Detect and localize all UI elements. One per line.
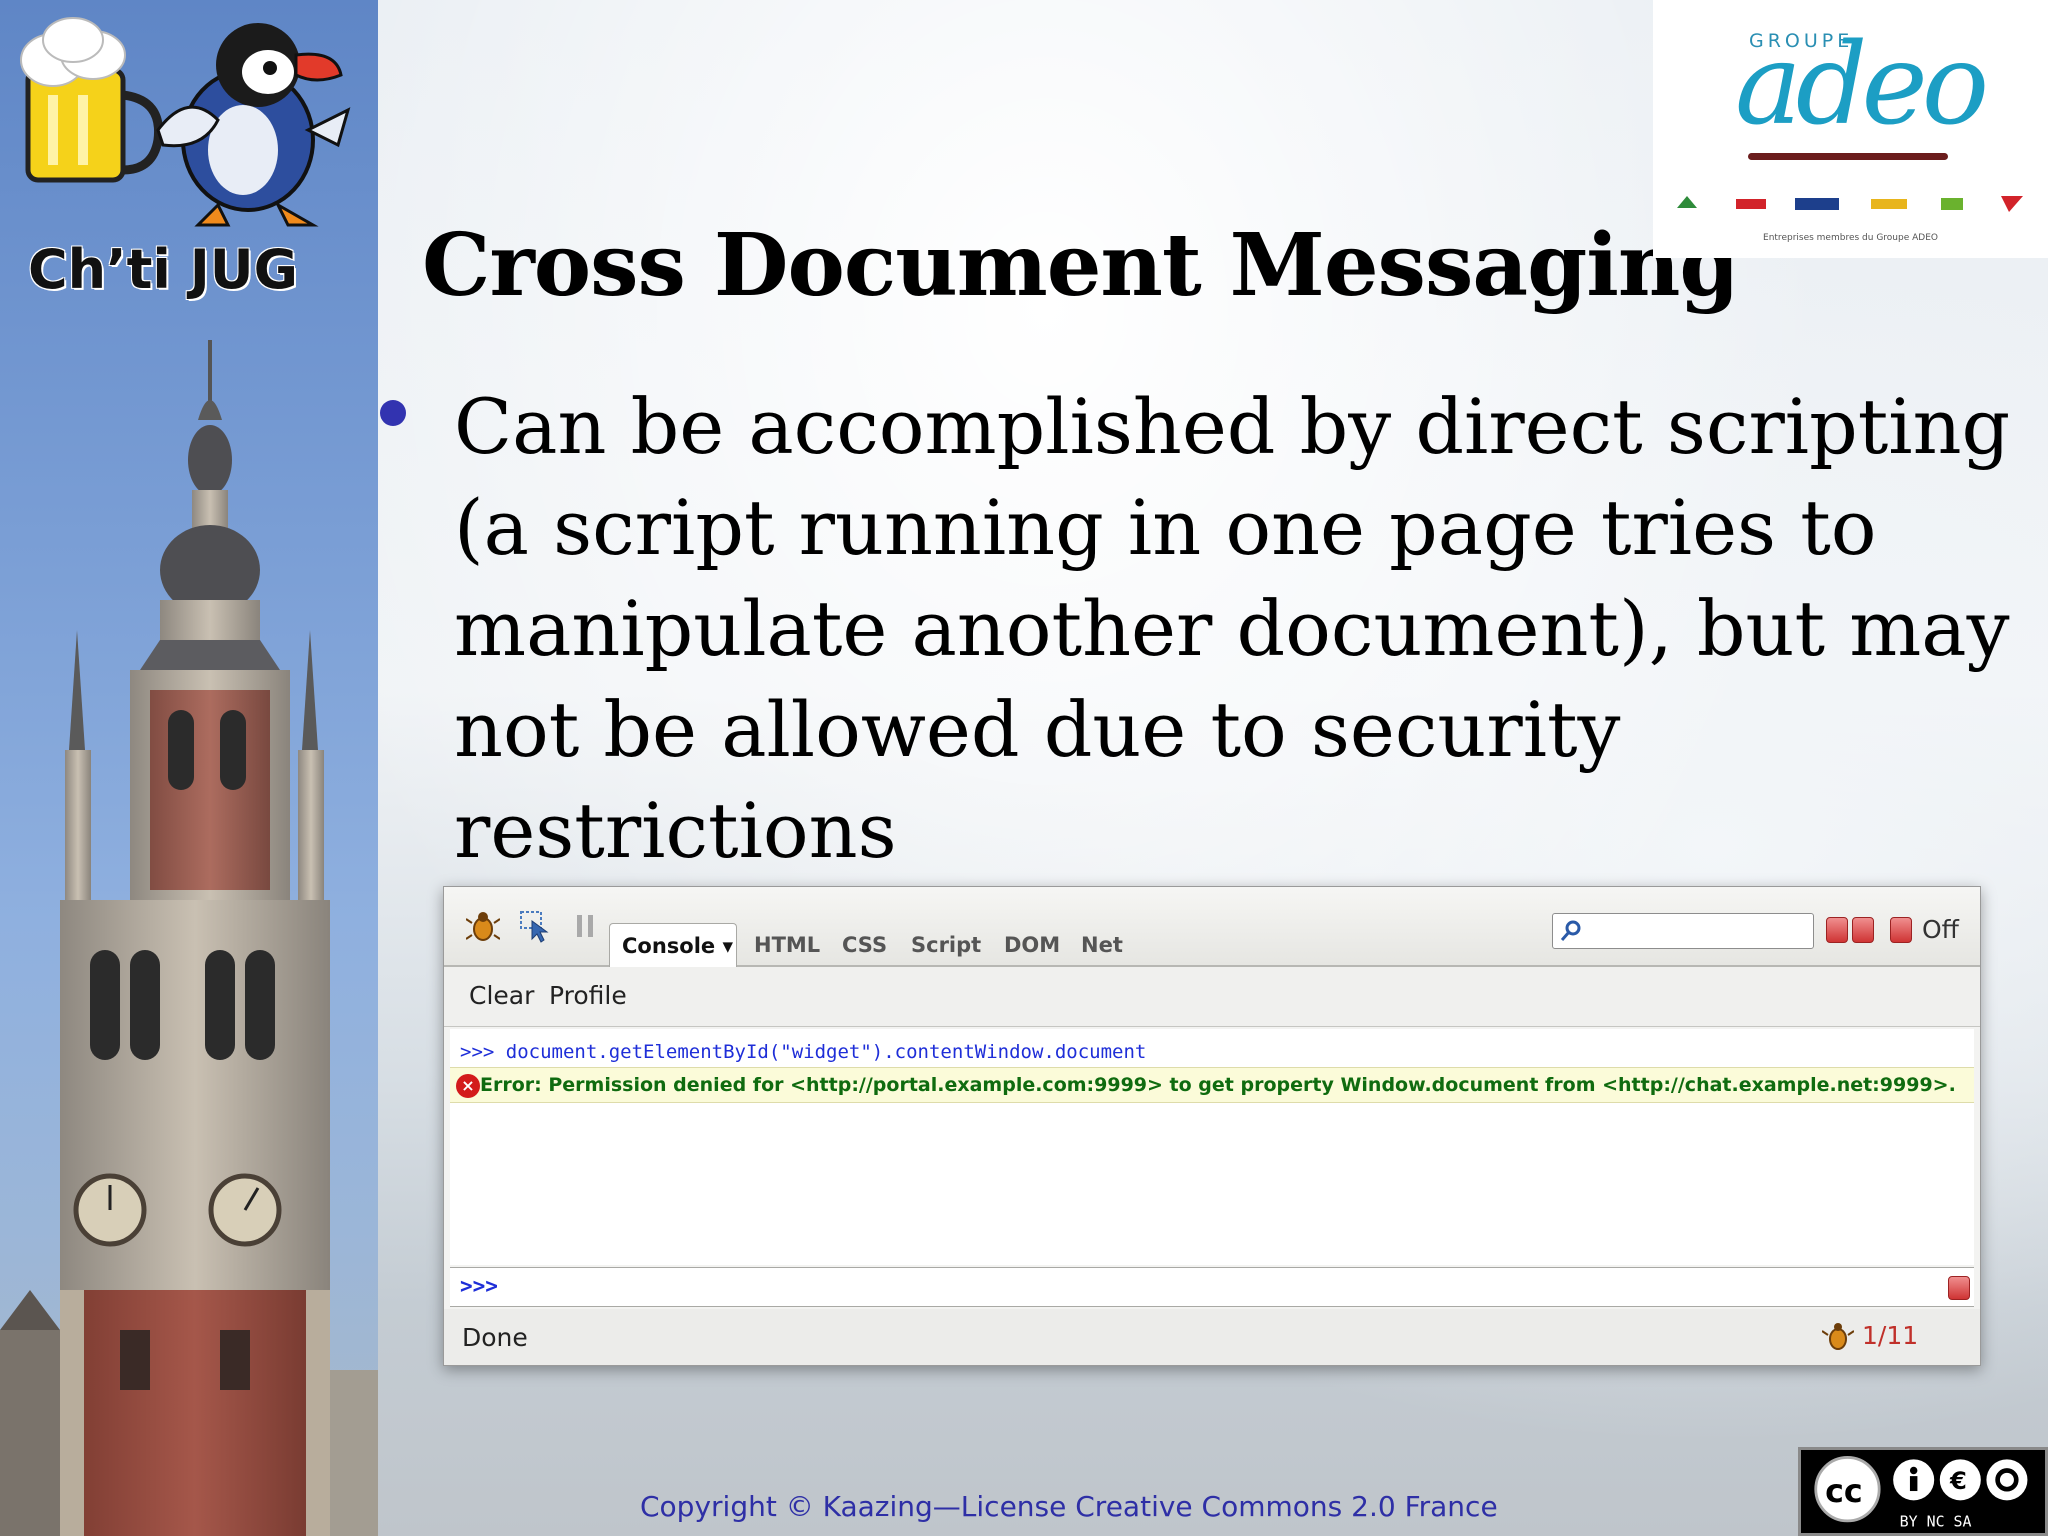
power-off-icon[interactable] [1890,917,1912,943]
detach-window-button[interactable] [1852,917,1874,943]
tab-dom[interactable]: DOM [1004,933,1060,957]
adeo-logo: GROUPE adeo Entreprises membres du Group… [1653,0,2048,258]
logo-adeo-text: adeo [1735,20,1989,150]
search-input[interactable] [1552,913,1814,949]
error-count-badge[interactable]: 1/11 [1862,1321,1918,1350]
tab-script[interactable]: Script [911,933,981,957]
copyright-footer: Copyright © Kaazing—License Creative Com… [640,1490,1498,1523]
console-prompt: >>> [460,1274,498,1298]
console-subtoolbar [444,967,1980,1027]
svg-text:€: € [1949,1466,1967,1495]
tab-html[interactable]: HTML [754,933,820,957]
logo-member-brands-strip [1677,196,2023,212]
firebug-window: Console ▾ HTML CSS Script DOM Net Off Cl… [443,886,1981,1366]
tab-console[interactable]: Console ▾ [609,923,737,967]
slide-title: Cross Document Messaging [422,215,1740,316]
logo-caption: Entreprises membres du Groupe ADEO [1763,233,1938,243]
error-icon: × [456,1074,480,1098]
tab-net[interactable]: Net [1081,933,1123,957]
minimize-button[interactable] [1826,917,1848,943]
cc-logo-icon: cc [1825,1474,1863,1510]
cc-badge-text: BY NC SA [1900,1512,1972,1530]
clear-button[interactable]: Clear [469,981,534,1010]
inspect-pointer-icon[interactable] [518,909,552,943]
status-text: Done [462,1323,528,1352]
profile-button[interactable]: Profile [549,981,627,1010]
firebug-toolbar: Console ▾ HTML CSS Script DOM Net Off [444,887,1980,967]
off-label[interactable]: Off [1922,915,1959,944]
firebug-bug-icon[interactable] [466,909,500,943]
belfry-tower-image [0,340,378,1536]
browser-statusbar: Done 1/11 [444,1309,1980,1365]
bullet-text: Can be accomplished by direct scripting … [454,382,2011,875]
search-icon [1560,920,1581,941]
mascot-beer-bird-image [20,17,351,227]
console-error-row[interactable]: × Error: Permission denied for <http://p… [450,1067,1974,1103]
pause-icon[interactable] [568,909,602,943]
console-input-row[interactable]: >>> [450,1267,1974,1307]
error-count: 1/11 [1862,1321,1919,1350]
console-output: >>> document.getElementById("widget").co… [450,1029,1974,1265]
creative-commons-badge: cc € BY NC SA [1798,1447,2048,1536]
bullet-point-icon [380,400,406,426]
sidebar: Ch’ti JUG [0,0,378,1536]
sidebar-title: Ch’ti JUG [28,238,298,301]
console-command-line: >>> document.getElementById("widget").co… [460,1041,1147,1063]
firebug-status-icon[interactable] [1822,1319,1854,1353]
logo-underline [1748,153,1948,160]
expand-command-line-button[interactable] [1948,1276,1970,1300]
tab-css[interactable]: CSS [842,933,887,957]
error-message: Error: Permission denied for <http://por… [480,1074,1956,1096]
